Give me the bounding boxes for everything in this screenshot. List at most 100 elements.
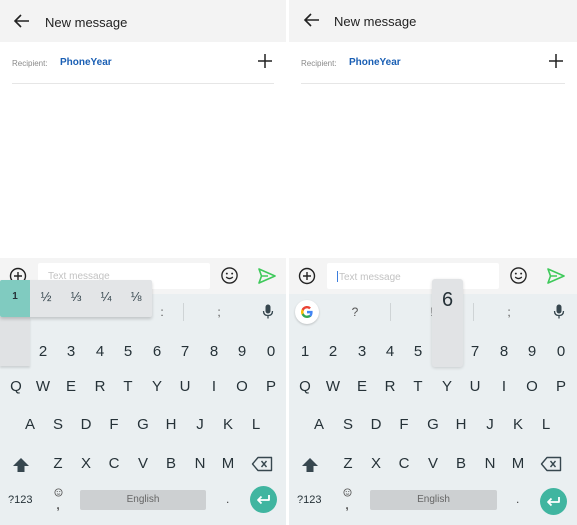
recipient-name[interactable]: PhoneYear	[349, 57, 401, 68]
key-x[interactable]: X	[363, 452, 389, 476]
key-0[interactable]: 0	[548, 340, 574, 364]
key-q[interactable]: Q	[292, 375, 318, 399]
enter-button[interactable]	[540, 488, 567, 515]
key-q[interactable]: Q	[3, 375, 29, 399]
key-0[interactable]: 0	[258, 340, 284, 364]
key-1[interactable]: 1	[292, 340, 318, 364]
key-i[interactable]: I	[491, 375, 517, 399]
smiley-icon[interactable]	[220, 266, 239, 285]
key-r[interactable]: R	[377, 375, 403, 399]
key-2[interactable]: 2	[320, 340, 346, 364]
enter-button[interactable]	[250, 486, 277, 513]
key-b[interactable]: B	[448, 452, 474, 476]
key-b[interactable]: B	[158, 452, 184, 476]
plus-icon[interactable]	[256, 52, 274, 70]
google-logo-button[interactable]	[295, 300, 319, 324]
key-l[interactable]: L	[243, 413, 269, 437]
period-key[interactable]: .	[226, 492, 229, 506]
key-s[interactable]: S	[335, 413, 361, 437]
smiley-icon[interactable]	[509, 266, 528, 285]
popup-option-quarter[interactable]: ¼	[93, 289, 119, 304]
key-7[interactable]: 7	[462, 340, 488, 364]
key-z[interactable]: Z	[45, 452, 71, 476]
key-e[interactable]: E	[349, 375, 375, 399]
shift-icon[interactable]	[301, 457, 319, 473]
recipient-row[interactable]: Recipient: PhoneYear	[301, 44, 565, 84]
key-k[interactable]: K	[505, 413, 531, 437]
key-d[interactable]: D	[73, 413, 99, 437]
send-icon[interactable]	[258, 268, 276, 284]
shift-icon[interactable]	[12, 457, 30, 473]
backspace-icon[interactable]	[540, 456, 562, 472]
key-9[interactable]: 9	[519, 340, 545, 364]
recipient-name[interactable]: PhoneYear	[60, 57, 112, 68]
popup-option-eighth[interactable]: ⅛	[123, 289, 149, 304]
key-k[interactable]: K	[215, 413, 241, 437]
key-p[interactable]: P	[548, 375, 574, 399]
key-u[interactable]: U	[172, 375, 198, 399]
key-z[interactable]: Z	[335, 452, 361, 476]
key-h[interactable]: H	[448, 413, 474, 437]
key-n[interactable]: N	[187, 452, 213, 476]
key-m[interactable]: M	[215, 452, 241, 476]
key-y[interactable]: Y	[434, 375, 460, 399]
space-bar[interactable]: English	[80, 490, 206, 510]
microphone-icon[interactable]	[262, 304, 274, 320]
key-j[interactable]: J	[477, 413, 503, 437]
emoji-comma-key[interactable]: ,	[52, 488, 64, 511]
popup-option-selected[interactable]: 1	[0, 280, 30, 317]
plus-icon[interactable]	[547, 52, 565, 70]
key-8[interactable]: 8	[201, 340, 227, 364]
key-w[interactable]: W	[320, 375, 346, 399]
key-e[interactable]: E	[58, 375, 84, 399]
key-o[interactable]: O	[519, 375, 545, 399]
suggestion[interactable]: ;	[199, 305, 239, 319]
plus-circle-icon[interactable]	[298, 267, 316, 285]
key-p[interactable]: P	[258, 375, 284, 399]
key-g[interactable]: G	[130, 413, 156, 437]
key-9[interactable]: 9	[229, 340, 255, 364]
key-h[interactable]: H	[158, 413, 184, 437]
key-2[interactable]: 2	[30, 340, 56, 364]
key-j[interactable]: J	[187, 413, 213, 437]
key-o[interactable]: O	[229, 375, 255, 399]
key-s[interactable]: S	[45, 413, 71, 437]
symbols-key[interactable]: ?123	[297, 494, 321, 506]
key-t[interactable]: T	[405, 375, 431, 399]
key-w[interactable]: W	[30, 375, 56, 399]
arrow-left-icon[interactable]	[302, 10, 322, 30]
key-g[interactable]: G	[420, 413, 446, 437]
emoji-comma-key[interactable]: ,	[341, 488, 353, 511]
key-i[interactable]: I	[201, 375, 227, 399]
key-t[interactable]: T	[115, 375, 141, 399]
key-3[interactable]: 3	[349, 340, 375, 364]
arrow-left-icon[interactable]	[12, 11, 32, 31]
key-l[interactable]: L	[533, 413, 559, 437]
key-m[interactable]: M	[505, 452, 531, 476]
symbols-key[interactable]: ?123	[8, 494, 32, 506]
send-icon[interactable]	[547, 268, 565, 284]
key-u[interactable]: U	[462, 375, 488, 399]
key-c[interactable]: C	[101, 452, 127, 476]
key-f[interactable]: F	[391, 413, 417, 437]
key-f[interactable]: F	[101, 413, 127, 437]
suggestion[interactable]: ?	[335, 305, 375, 319]
key-8[interactable]: 8	[491, 340, 517, 364]
key-a[interactable]: A	[306, 413, 332, 437]
key-4[interactable]: 4	[377, 340, 403, 364]
key-5[interactable]: 5	[115, 340, 141, 364]
period-key[interactable]: .	[516, 492, 519, 506]
key-n[interactable]: N	[477, 452, 503, 476]
key-a[interactable]: A	[17, 413, 43, 437]
key-4[interactable]: 4	[87, 340, 113, 364]
key-c[interactable]: C	[391, 452, 417, 476]
suggestion[interactable]: ;	[489, 305, 529, 319]
key-5[interactable]: 5	[405, 340, 431, 364]
popup-option-half[interactable]: ½	[33, 289, 59, 304]
key-v[interactable]: V	[130, 452, 156, 476]
key-r[interactable]: R	[87, 375, 113, 399]
key-d[interactable]: D	[363, 413, 389, 437]
popup-option-third[interactable]: ⅓	[63, 289, 89, 304]
message-input[interactable]: Text message	[327, 263, 499, 289]
key-6[interactable]: 6	[144, 340, 170, 364]
